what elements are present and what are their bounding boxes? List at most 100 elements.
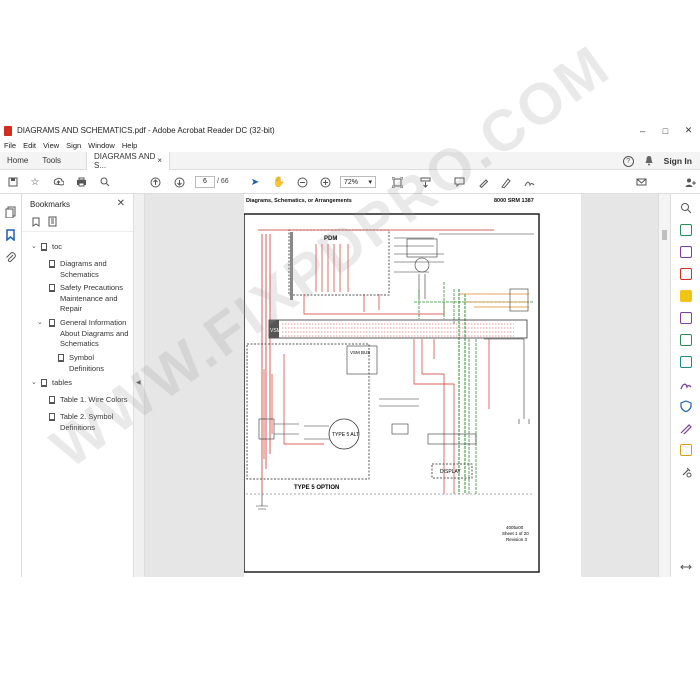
bookmark-table-symbol-definitions[interactable]: Table 2. Symbol Definitions xyxy=(49,412,128,433)
bookmark-safety-precautions[interactable]: Safety Precautions Maintenance and Repai… xyxy=(49,283,132,315)
scroll-mode-icon[interactable] xyxy=(418,175,432,189)
tab-tools[interactable]: Tools xyxy=(35,152,68,170)
menu-window[interactable]: Window xyxy=(88,141,115,150)
bookmark-label: General Information About Diagrams and S… xyxy=(60,318,129,348)
menu-file[interactable]: File xyxy=(4,141,16,150)
search-tool-icon[interactable] xyxy=(680,202,692,214)
close-button[interactable]: ✕ xyxy=(677,122,700,139)
document-view[interactable]: Diagrams, Schematics, or Arrangements 80… xyxy=(145,194,658,577)
bookmark-symbol-definitions[interactable]: Symbol Definitions xyxy=(58,353,129,374)
diagram-border xyxy=(243,213,540,573)
scroll-thumb[interactable] xyxy=(662,230,667,240)
tab-close-icon[interactable]: × xyxy=(157,156,162,165)
search-icon[interactable] xyxy=(98,175,112,189)
help-icon[interactable]: ? xyxy=(622,155,634,167)
fit-page-icon[interactable] xyxy=(390,175,404,189)
fill-sign-icon[interactable] xyxy=(680,378,692,390)
menu-edit[interactable]: Edit xyxy=(23,141,36,150)
close-panel-icon[interactable]: ✕ xyxy=(117,198,125,209)
menu-view[interactable]: View xyxy=(43,141,59,150)
print-icon[interactable] xyxy=(74,175,88,189)
star-icon[interactable]: ☆ xyxy=(28,175,42,189)
display-label: DISPLAY xyxy=(440,469,461,475)
chevron-down-icon[interactable]: ⌄ xyxy=(31,242,37,253)
request-signatures-icon[interactable] xyxy=(680,422,692,436)
expand-tools-icon[interactable] xyxy=(680,562,692,574)
acrobat-app-icon xyxy=(4,125,12,136)
bookmark-options-icon[interactable] xyxy=(32,217,40,229)
minimize-button[interactable]: – xyxy=(631,122,654,139)
chevron-down-icon[interactable]: ⌄ xyxy=(37,318,43,329)
edit-pdf-icon[interactable] xyxy=(680,268,692,280)
bookmark-icon xyxy=(58,354,64,362)
bookmark-toc[interactable]: ⌄ toc xyxy=(31,242,126,253)
tab-document-label: DIAGRAMS AND S... xyxy=(94,151,156,170)
bookmark-icon xyxy=(49,260,55,268)
comment-tool-icon[interactable] xyxy=(680,290,692,302)
vertical-scrollbar[interactable] xyxy=(658,194,670,577)
create-pdf-icon[interactable] xyxy=(680,246,692,258)
bookmark-label: toc xyxy=(52,242,63,251)
draw-icon[interactable] xyxy=(499,175,513,189)
bell-icon[interactable] xyxy=(644,155,654,168)
zoom-out-icon[interactable] xyxy=(295,175,309,189)
bookmark-general-information[interactable]: ⌄ General Information About Diagrams and… xyxy=(37,318,134,350)
panel-title: Bookmarks xyxy=(30,199,71,209)
zoom-select[interactable]: 72% ▾ xyxy=(340,176,376,188)
panel-toolbar xyxy=(22,214,133,232)
bookmark-label: Safety Precautions Maintenance and Repai… xyxy=(60,283,123,313)
organize-pages-icon[interactable] xyxy=(680,334,692,346)
bookmark-diagrams-and-schematics[interactable]: Diagrams and Schematics xyxy=(49,259,130,280)
vsm-bar xyxy=(268,319,528,339)
sheet-label: Sheet 1 of 20 xyxy=(502,531,529,536)
right-tools-rail xyxy=(670,194,700,577)
tab-bar: Home Tools DIAGRAMS AND S... × ? Sign In xyxy=(0,151,700,170)
cursor-icon[interactable]: ➤ xyxy=(248,175,262,189)
bookmark-tables[interactable]: ⌄ tables xyxy=(31,378,126,389)
vsm-bus-label: VSM BUS xyxy=(350,350,370,355)
sign-icon[interactable] xyxy=(522,175,536,189)
email-icon[interactable] xyxy=(634,175,648,189)
save-icon[interactable] xyxy=(6,175,20,189)
bookmark-label: Symbol Definitions xyxy=(69,353,105,373)
maximize-button[interactable]: □ xyxy=(654,122,677,139)
sign-in-button[interactable]: Sign In xyxy=(664,156,692,166)
hand-icon[interactable]: ✋ xyxy=(272,175,286,189)
zoom-in-icon[interactable] xyxy=(318,175,332,189)
bookmarks-panel: Bookmarks ✕ ⌄ toc Diagrams and Schematic… xyxy=(22,194,134,577)
panel-splitter[interactable]: ◀ xyxy=(134,194,145,577)
tab-document[interactable]: DIAGRAMS AND S... × xyxy=(86,151,171,170)
bookmark-label: Table 1. Wire Colors xyxy=(60,395,128,404)
next-page-icon[interactable] xyxy=(172,175,186,189)
page-header-right: 8000 SRM 1387 xyxy=(494,198,534,204)
menu-sign[interactable]: Sign xyxy=(66,141,81,150)
bookmark-table-wire-colors[interactable]: Table 1. Wire Colors xyxy=(49,395,134,406)
pdm-label: PDM xyxy=(324,236,337,242)
comment-icon[interactable] xyxy=(452,175,466,189)
bookmark-label: tables xyxy=(52,378,73,387)
scan-ocr-icon[interactable] xyxy=(680,356,692,368)
bookmark-label: Table 2. Symbol Definitions xyxy=(60,412,114,432)
tab-home[interactable]: Home xyxy=(0,152,35,170)
chevron-down-icon[interactable]: ⌄ xyxy=(31,378,37,389)
vsm-label: VSM xyxy=(270,328,281,334)
highlight-icon[interactable] xyxy=(476,175,490,189)
pdm-box xyxy=(288,229,390,296)
export-pdf-icon[interactable] xyxy=(680,224,692,236)
new-bookmark-icon[interactable] xyxy=(48,216,59,229)
collapse-panel-icon[interactable]: ◀ xyxy=(136,379,141,386)
menu-help[interactable]: Help xyxy=(122,141,137,150)
more-tools-icon[interactable] xyxy=(680,466,692,478)
send-comments-icon[interactable] xyxy=(680,444,692,456)
bookmark-icon xyxy=(49,319,55,327)
share-icon[interactable] xyxy=(683,175,697,189)
title-bar: DIAGRAMS AND SCHEMATICS.pdf - Adobe Acro… xyxy=(0,122,700,139)
protect-icon[interactable] xyxy=(680,400,692,413)
page-thumbnails-icon[interactable] xyxy=(5,206,16,220)
upload-icon[interactable] xyxy=(51,175,65,189)
page-number-input[interactable]: 6 xyxy=(195,176,215,188)
bookmarks-icon[interactable] xyxy=(6,229,15,243)
combine-files-icon[interactable] xyxy=(680,312,692,324)
prev-page-icon[interactable] xyxy=(148,175,162,189)
attachment-icon[interactable] xyxy=(5,252,16,266)
